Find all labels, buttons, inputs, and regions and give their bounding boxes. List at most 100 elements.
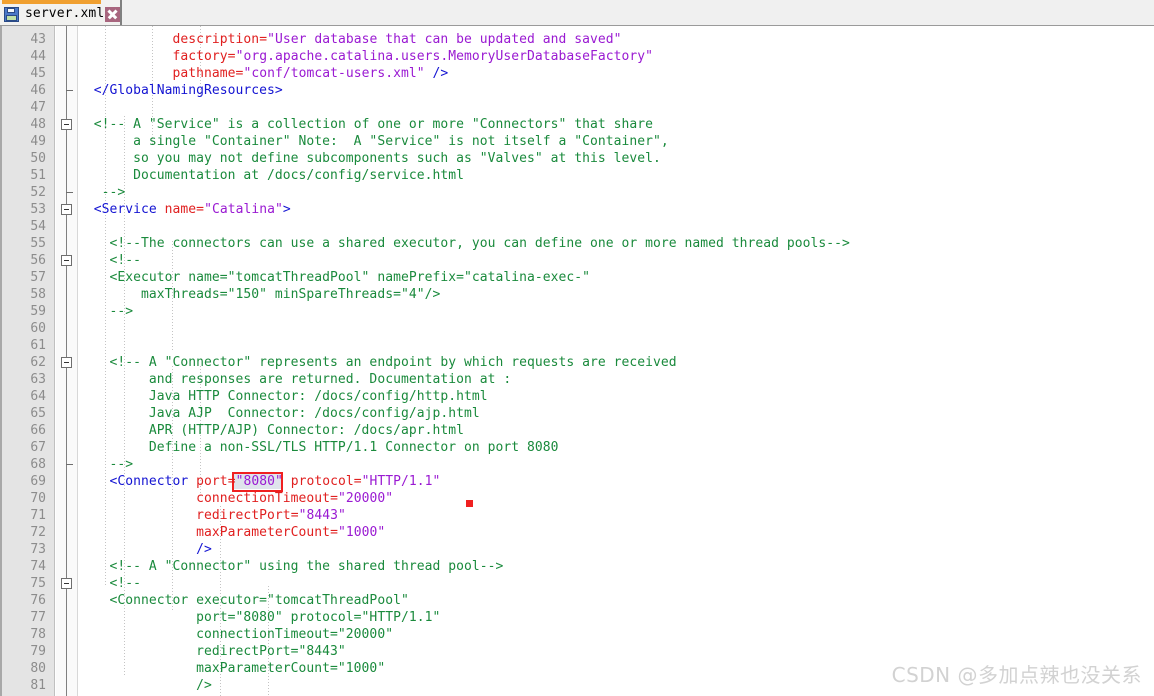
code-token-tag: </GlobalNamingResources>: [93, 83, 283, 98]
line-number: 65: [30, 406, 46, 421]
code-token-attr: name: [164, 202, 197, 217]
code-line[interactable]: />: [78, 541, 212, 558]
code-line[interactable]: APR (HTTP/AJP) Connector: /docs/apr.html: [78, 422, 464, 439]
code-token-cmt: -->: [78, 457, 134, 472]
code-line[interactable]: -->: [78, 456, 134, 473]
code-line[interactable]: maxThreads="150" minSpareThreads="4"/>: [78, 286, 440, 303]
fold-toggle-icon[interactable]: [61, 204, 72, 215]
code-token-attr: redirectPort: [196, 508, 291, 523]
close-icon[interactable]: [105, 6, 121, 22]
code-line[interactable]: description="User database that can be u…: [78, 31, 622, 48]
code-token-attr: factory: [172, 49, 228, 64]
code-token-tag: />: [196, 542, 212, 557]
code-token-attr: maxParameterCount: [196, 525, 331, 540]
code-line[interactable]: maxParameterCount="1000": [78, 660, 385, 677]
code-token-cmt: <!--: [78, 576, 142, 591]
line-number: 71: [30, 508, 46, 523]
line-number: 52: [30, 185, 46, 200]
fold-toggle-icon[interactable]: [61, 119, 72, 130]
floppy-disk-icon: [4, 6, 19, 22]
line-number: 43: [30, 32, 46, 47]
editor-tab-server-xml[interactable]: server.xml: [0, 0, 123, 25]
line-number: 51: [30, 168, 46, 183]
line-number: 55: [30, 236, 46, 251]
code-token-cmt: <!--The connectors can use a shared exec…: [78, 236, 850, 251]
code-line[interactable]: -->: [78, 184, 126, 201]
line-number: 60: [30, 321, 46, 336]
code-token-val: "Catalina": [204, 202, 283, 217]
line-number: 57: [30, 270, 46, 285]
code-token-val: "org.apache.catalina.users.MemoryUserDat…: [235, 49, 654, 64]
line-number: 50: [30, 151, 46, 166]
code-line[interactable]: redirectPort="8443": [78, 643, 346, 660]
code-token-attr: connectionTimeout: [196, 491, 331, 506]
code-token-tag: <Service: [93, 202, 165, 217]
code-line[interactable]: Java AJP Connector: /docs/config/ajp.htm…: [78, 405, 480, 422]
code-line[interactable]: redirectPort="8443": [78, 507, 346, 524]
code-token-cmt: connectionTimeout="20000": [78, 627, 394, 642]
code-token-attr: =: [330, 491, 338, 506]
code-line[interactable]: <!--The connectors can use a shared exec…: [78, 235, 850, 252]
code-line[interactable]: port="8080" protocol="HTTP/1.1": [78, 609, 440, 626]
tab-label: server.xml: [25, 6, 105, 21]
code-token-val: "HTTP/1.1": [361, 474, 441, 489]
code-line[interactable]: Java HTTP Connector: /docs/config/http.h…: [78, 388, 488, 405]
code-token-attr: =: [196, 202, 205, 217]
line-number: 81: [30, 678, 46, 693]
line-number: 44: [30, 49, 46, 64]
code-line[interactable]: </GlobalNamingResources>: [78, 82, 283, 99]
code-token-tag: >: [282, 202, 291, 217]
code-token-cmt: <!--: [78, 253, 142, 268]
code-line[interactable]: <Connector port="8080" protocol="HTTP/1.…: [78, 473, 441, 490]
code-line[interactable]: <Connector executor="tomcatThreadPool": [78, 592, 409, 609]
code-line[interactable]: factory="org.apache.catalina.users.Memor…: [78, 48, 653, 65]
line-number: 61: [30, 338, 46, 353]
code-editor[interactable]: 43 44 45 46 47 48 49 50 51 52 53 54 55 56 57 58 59 60 61 62…: [0, 26, 1154, 696]
code-line[interactable]: so you may not define subcomponents such…: [78, 150, 661, 167]
code-token-cmt: redirectPort="8443": [78, 644, 346, 659]
code-token-val: "1000": [337, 525, 386, 540]
line-number: 53: [30, 202, 46, 217]
code-token-cmt: Java AJP Connector: /docs/config/ajp.htm…: [78, 406, 480, 421]
code-line[interactable]: Documentation at /docs/config/service.ht…: [78, 167, 464, 184]
code-token-cmt: -->: [78, 185, 126, 200]
code-line[interactable]: <!--: [78, 252, 141, 269]
code-line[interactable]: <!--: [78, 575, 141, 592]
fold-end-marker: [66, 464, 73, 465]
code-line[interactable]: pathname="conf/tomcat-users.xml" />: [78, 65, 449, 82]
fold-toggle-icon[interactable]: [61, 578, 72, 589]
fold-toggle-icon[interactable]: [61, 255, 72, 266]
code-line[interactable]: maxParameterCount="1000": [78, 524, 385, 541]
line-number: 78: [30, 627, 46, 642]
code-token-attr: =: [353, 474, 362, 489]
code-line[interactable]: <!-- A "Connector" using the shared thre…: [78, 558, 504, 575]
code-token-cmt: -->: [78, 304, 134, 319]
line-number: 75: [30, 576, 46, 591]
code-token-tag: />: [432, 66, 449, 81]
code-token-tag: <Connector: [109, 474, 197, 489]
code-line[interactable]: connectionTimeout="20000": [78, 626, 393, 643]
line-number: 48: [30, 117, 46, 132]
code-content[interactable]: description="User database that can be u…: [78, 26, 1154, 696]
code-line[interactable]: <Executor name="tomcatThreadPool" namePr…: [78, 269, 590, 286]
code-line[interactable]: a single "Container" Note: A "Service" i…: [78, 133, 669, 150]
code-token-val: "20000": [337, 491, 394, 506]
code-line[interactable]: />: [78, 677, 212, 694]
code-line[interactable]: and responses are returned. Documentatio…: [78, 371, 511, 388]
code-line[interactable]: <Service name="Catalina">: [78, 201, 291, 218]
code-line[interactable]: Define a non-SSL/TLS HTTP/1.1 Connector …: [78, 439, 559, 456]
code-line[interactable]: -->: [78, 303, 134, 320]
code-line[interactable]: connectionTimeout="20000": [78, 490, 393, 507]
line-number: 54: [30, 219, 46, 234]
code-line[interactable]: <!-- A "Service" is a collection of one …: [78, 116, 653, 133]
code-line[interactable]: <!-- A "Connector" represents an endpoin…: [78, 354, 677, 371]
code-token-val: "8080": [235, 474, 283, 489]
code-token-cmt: maxParameterCount="1000": [78, 661, 386, 676]
fold-toggle-icon[interactable]: [61, 357, 72, 368]
